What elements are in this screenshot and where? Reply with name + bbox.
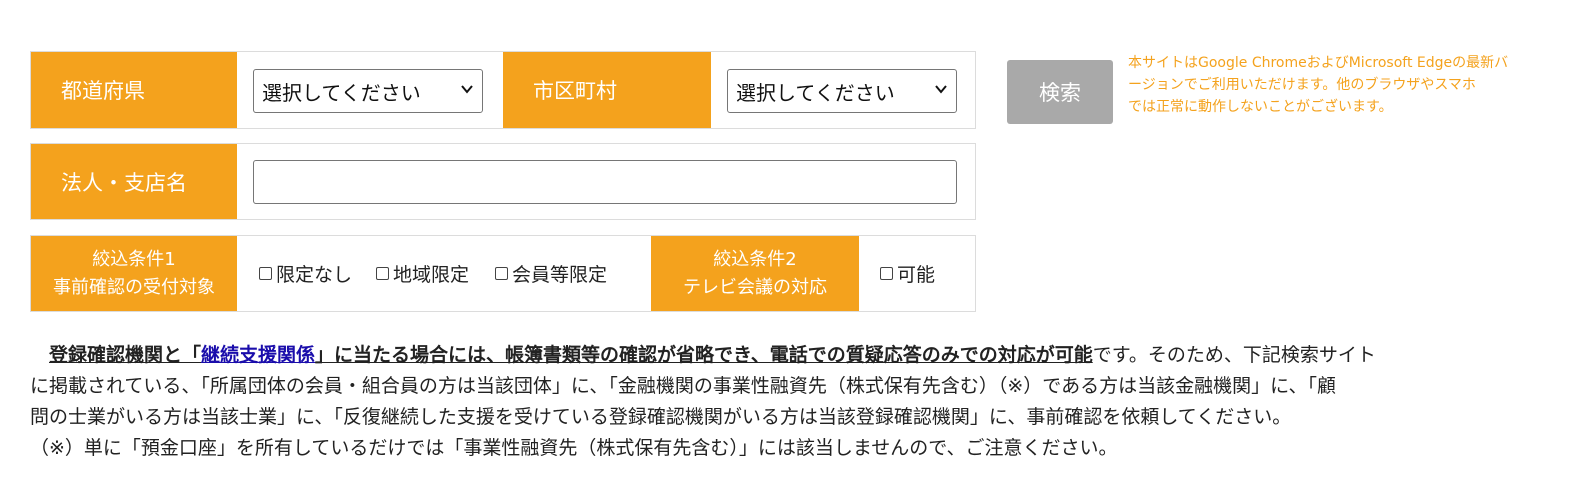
description-line2: に掲載されている、「所属団体の会員・組合員の方は当該団体」に、「金融機関の事業性… (30, 375, 1337, 397)
filter2-option-possible[interactable]: 可能 (880, 260, 935, 287)
browser-notice-line3: では正常に動作しないことがございます。 (1128, 99, 1393, 115)
corporation-label: 法人・支店名 (31, 144, 237, 219)
description-line1-rest: です。そのため、下記検索サイト (1092, 344, 1376, 366)
filter1-label-line1: 絞込条件1 (92, 248, 176, 270)
browser-notice: 本サイトはGoogle ChromeおよびMicrosoft Edgeの最新バ … (1128, 52, 1518, 118)
description-paragraph: 登録確認機関と「継続支援関係」に当たる場合には、帳簿書類等の確認が省略でき、電話… (30, 340, 1520, 464)
prefecture-select-value: 選択してください (262, 80, 421, 105)
checkbox-icon[interactable] (376, 267, 389, 280)
description-line1: 登録確認機関と「継続支援関係」に当たる場合には、帳簿書類等の確認が省略でき、電話… (30, 340, 1520, 371)
checkbox-icon[interactable] (880, 267, 893, 280)
prefecture-label: 都道府県 (31, 52, 237, 128)
filter2-label: 絞込条件2 テレビ会議の対応 (651, 236, 859, 311)
corporation-row: 法人・支店名 (30, 143, 976, 220)
chevron-down-icon (461, 85, 473, 94)
chevron-down-icon (935, 85, 947, 94)
continuous-support-link[interactable]: 継続支援関係 (201, 344, 315, 366)
municipality-label: 市区町村 (503, 52, 711, 128)
filter1-option-member-label: 会員等限定 (512, 264, 608, 286)
filter2-option-possible-label: 可能 (897, 264, 936, 286)
corporation-name-input[interactable] (253, 160, 957, 204)
municipality-select[interactable]: 選択してください (727, 69, 957, 113)
filter1-option-region-label: 地域限定 (393, 264, 470, 286)
filter1-option-region[interactable]: 地域限定 (376, 260, 469, 287)
filter1-label-line2: 事前確認の受付対象 (53, 276, 215, 298)
prefecture-label-text: 都道府県 (61, 79, 145, 103)
municipality-label-text: 市区町村 (533, 79, 617, 103)
browser-notice-line2: ージョンでご利用いただけます。他のブラウザやスマホ (1128, 77, 1476, 93)
checkbox-icon[interactable] (495, 267, 508, 280)
description-line3: 問の士業がいる方は当該士業」に、「反復継続した支援を受けている登録確認機関がいる… (30, 406, 1292, 428)
filter2-label-line1: 絞込条件2 (713, 248, 797, 270)
description-note: （※）単に「預金口座」を所有しているだけでは「事業性融資先（株式保有先含む）」に… (30, 437, 1118, 459)
search-button[interactable]: 検索 (1007, 60, 1113, 124)
filter1-option-none-label: 限定なし (276, 264, 353, 286)
filter1-label: 絞込条件1 事前確認の受付対象 (31, 236, 237, 311)
description-bold-pre: 登録確認機関と「 (49, 344, 202, 366)
location-row: 都道府県 選択してください 市区町村 選択してください (30, 51, 976, 129)
filter-row: 絞込条件1 事前確認の受付対象 限定なし 地域限定 会員等限定 絞込条件2 テレ… (30, 235, 976, 312)
browser-notice-line1: 本サイトはGoogle ChromeおよびMicrosoft Edgeの最新バ (1128, 55, 1509, 71)
filter2-label-line2: テレビ会議の対応 (683, 276, 827, 298)
filter1-option-none[interactable]: 限定なし (259, 260, 352, 287)
description-bold-post: 」に当たる場合には、帳簿書類等の確認が省略でき、電話での質疑応答のみでの対応が可… (315, 344, 1093, 366)
corporation-label-text: 法人・支店名 (61, 170, 187, 195)
prefecture-select[interactable]: 選択してください (253, 69, 483, 113)
municipality-select-value: 選択してください (736, 80, 895, 105)
filter1-option-member[interactable]: 会員等限定 (495, 260, 607, 287)
checkbox-icon[interactable] (259, 267, 272, 280)
